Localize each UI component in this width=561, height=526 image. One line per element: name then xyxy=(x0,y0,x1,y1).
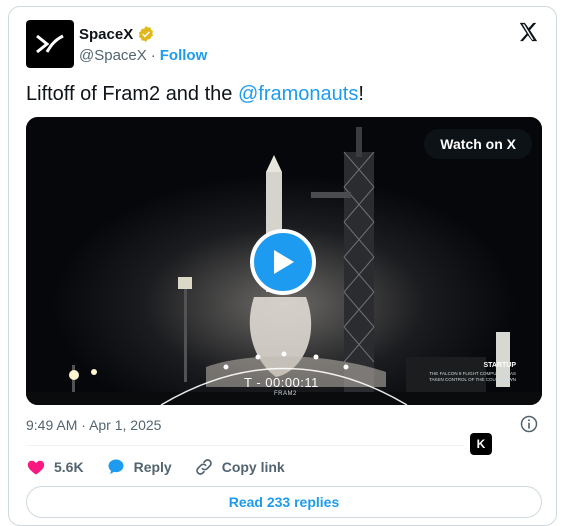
play-button[interactable] xyxy=(250,229,316,295)
like-button[interactable]: 5.6K xyxy=(26,457,84,477)
tweet-date: Apr 1, 2025 xyxy=(89,417,162,433)
account-handle[interactable]: @SpaceX xyxy=(79,47,147,64)
timestamp[interactable]: 9:49 AM · Apr 1, 2025 xyxy=(26,417,161,433)
read-replies-button[interactable]: Read 233 replies xyxy=(26,486,542,518)
spacex-logo-icon xyxy=(36,34,64,54)
extension-badge[interactable]: K xyxy=(470,433,492,455)
avatar[interactable] xyxy=(26,20,74,68)
speech-bubble-icon xyxy=(108,459,124,475)
play-icon xyxy=(274,250,294,274)
tweet-text: Liftoff of Fram2 and the @framonauts! xyxy=(26,81,364,107)
startup-title: STARTUP xyxy=(483,362,516,369)
x-logo-icon[interactable] xyxy=(517,21,539,43)
separator: · xyxy=(81,417,86,433)
tweet-time: 9:49 AM xyxy=(26,417,78,433)
link-icon xyxy=(195,459,212,475)
copy-link-label: Copy link xyxy=(221,459,285,475)
reply-label: Reply xyxy=(133,459,172,475)
like-count: 5.6K xyxy=(54,459,84,475)
countdown-clock: T - 00:00:11 xyxy=(244,375,319,390)
reply-button[interactable]: Reply xyxy=(106,457,172,477)
countdown-mission: FRAM2 xyxy=(274,391,297,397)
tweet-text-suffix: ! xyxy=(358,83,364,105)
video-player[interactable]: Watch on X T - 00:00:11 FRAM2 STARTUP Th… xyxy=(26,117,542,405)
separator: · xyxy=(150,47,156,64)
heart-icon xyxy=(27,460,45,475)
tweet-text-prefix: Liftoff of Fram2 and the xyxy=(26,83,238,105)
copy-link-button[interactable]: Copy link xyxy=(194,457,285,477)
tweet-card: SpaceX @SpaceX · Follow Liftoff of Fram2… xyxy=(8,6,557,526)
account-name-row: SpaceX xyxy=(79,25,155,43)
handle-row: @SpaceX · Follow xyxy=(79,47,207,64)
verified-badge-icon xyxy=(139,26,154,42)
action-bar: 5.6K Reply Copy link xyxy=(26,457,307,477)
follow-button[interactable]: Follow xyxy=(160,47,208,64)
watch-on-x-button[interactable]: Watch on X xyxy=(424,129,532,159)
startup-description: The Falcon 9 flight computer has taken c… xyxy=(429,371,516,382)
info-icon[interactable] xyxy=(519,414,539,434)
divider xyxy=(26,445,464,446)
account-name[interactable]: SpaceX xyxy=(79,26,133,43)
mention-link[interactable]: @framonauts xyxy=(238,83,358,105)
